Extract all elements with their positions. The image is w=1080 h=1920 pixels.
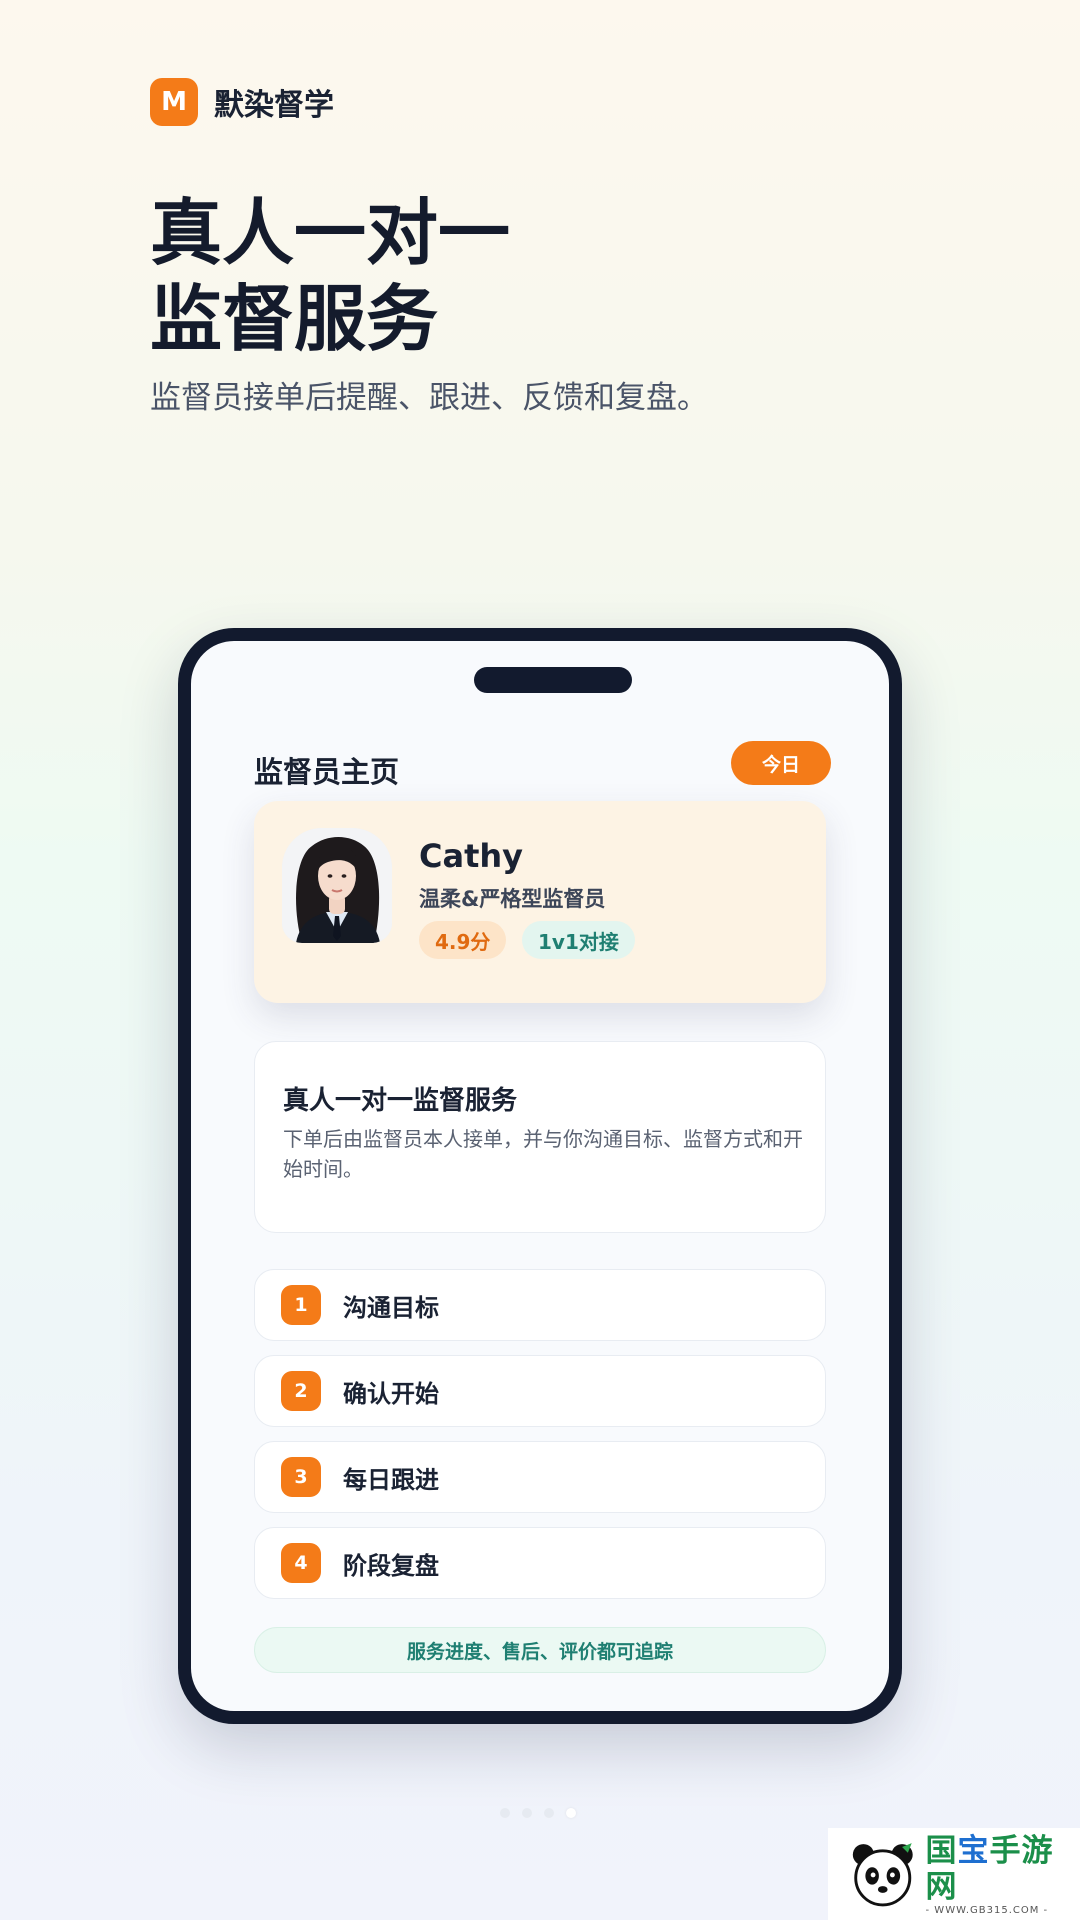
hero-title-line1: 真人一对一 — [150, 191, 511, 275]
page-dot[interactable] — [522, 1808, 532, 1818]
rating-badge: 4.9分 — [419, 921, 507, 959]
step-number: 3 — [281, 1457, 321, 1497]
step-list: 1 沟通目标 2 确认开始 3 每日跟进 4 阶段复盘 — [254, 1269, 826, 1613]
brand-logo-icon: M — [150, 78, 198, 126]
supervisor-name: Cathy — [419, 837, 524, 875]
brand-name: 默染督学 — [214, 88, 334, 123]
hero-title-line2: 监督服务 — [150, 277, 439, 361]
step-label: 确认开始 — [343, 1379, 439, 1408]
step-number: 4 — [281, 1543, 321, 1583]
tracking-note: 服务进度、售后、评价都可追踪 — [254, 1627, 826, 1673]
step-item[interactable]: 1 沟通目标 — [254, 1269, 826, 1341]
page-indicator[interactable] — [500, 1808, 576, 1818]
phone-notch — [474, 667, 632, 693]
supervisor-profile-card[interactable]: Cathy 温柔&严格型监督员 4.9分 1v1对接 — [254, 801, 826, 1003]
step-item[interactable]: 3 每日跟进 — [254, 1441, 826, 1513]
step-number: 2 — [281, 1371, 321, 1411]
page-dot-active[interactable] — [566, 1808, 576, 1818]
step-number: 1 — [281, 1285, 321, 1325]
service-description: 下单后由监督员本人接单，并与你沟通目标、监督方式和开始时间。 — [283, 1127, 803, 1181]
step-label: 沟通目标 — [343, 1293, 439, 1322]
watermark-title: 国宝手游网 — [925, 1832, 1054, 1905]
hero-title: 真人一对一 监督服务 — [150, 190, 510, 362]
today-button[interactable]: 今日 — [731, 741, 831, 785]
mode-badge: 1v1对接 — [522, 921, 635, 959]
service-info-card: 真人一对一监督服务 下单后由监督员本人接单，并与你沟通目标、监督方式和开始时间。 — [254, 1041, 826, 1233]
avatar — [282, 828, 392, 943]
page-dot[interactable] — [500, 1808, 510, 1818]
hero-subtitle: 监督员接单后提醒、跟进、反馈和复盘。 — [150, 380, 708, 416]
watermark-url: - WWW.GB315.COM - — [925, 1904, 1049, 1916]
site-watermark: 国宝手游网 - WWW.GB315.COM - — [828, 1828, 1080, 1920]
step-item[interactable]: 4 阶段复盘 — [254, 1527, 826, 1599]
supervisor-role: 温柔&严格型监督员 — [419, 887, 606, 911]
phone-mockup: 监督员主页 今日 Cathy 温柔&严格型监督员 4.9分 1v1对接 真人一对… — [178, 628, 902, 1724]
page-dot[interactable] — [544, 1808, 554, 1818]
service-title: 真人一对一监督服务 — [283, 1086, 518, 1116]
panda-logo-icon — [852, 1843, 913, 1907]
step-label: 阶段复盘 — [343, 1551, 439, 1580]
page-title: 监督员主页 — [254, 755, 400, 789]
step-label: 每日跟进 — [343, 1465, 439, 1494]
step-item[interactable]: 2 确认开始 — [254, 1355, 826, 1427]
brand-header: M 默染督学 — [150, 78, 334, 126]
